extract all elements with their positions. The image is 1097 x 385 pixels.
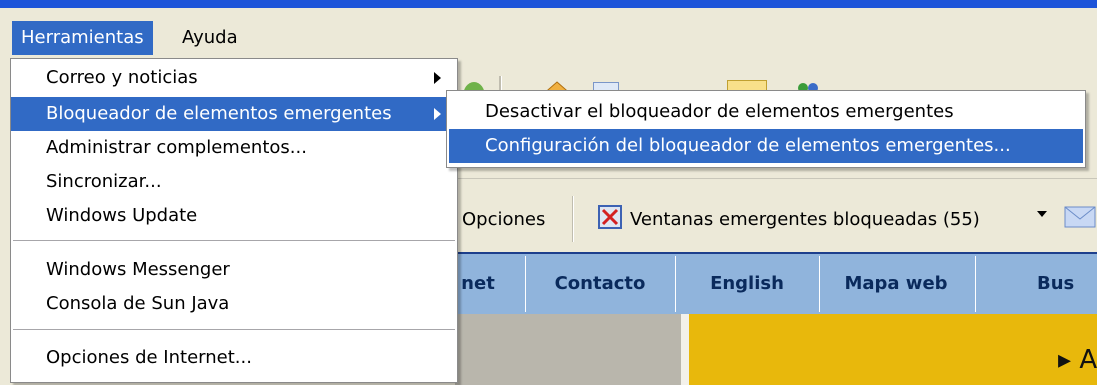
menu-item-correo[interactable]: Correo y noticias — [11, 61, 457, 95]
menu-item-opciones-internet[interactable]: Opciones de Internet... — [11, 341, 457, 375]
chevron-right-icon — [434, 108, 441, 120]
site-nav-bar: net Contacto English Mapa web Bus — [455, 252, 1097, 314]
menu-item-label: Bloqueador de elementos emergentes — [46, 103, 392, 124]
menu-item-windows-messenger[interactable]: Windows Messenger — [11, 253, 457, 287]
blocked-popup-icon — [598, 205, 622, 229]
window-title-strip — [0, 0, 1097, 8]
chevron-down-icon[interactable] — [1037, 211, 1047, 217]
site-nav-english[interactable]: English — [677, 254, 817, 314]
menu-bar: Herramientas Ayuda — [0, 8, 1097, 58]
submenu-item-configuracion[interactable]: Configuración del bloqueador de elemento… — [449, 129, 1083, 163]
site-nav-buscar[interactable]: Bus — [1037, 254, 1097, 314]
nav-divider — [975, 256, 976, 312]
nav-divider — [675, 256, 676, 312]
promo-text[interactable]: ▸ A — [1058, 340, 1097, 380]
page-image — [455, 314, 681, 385]
submenu-item-desactivar[interactable]: Desactivar el bloqueador de elementos em… — [449, 95, 1083, 129]
popup-blocker-submenu: Desactivar el bloqueador de elementos em… — [446, 90, 1086, 168]
nav-divider — [819, 256, 820, 312]
site-nav-mapa-web[interactable]: Mapa web — [821, 254, 971, 314]
menubar-herramientas[interactable]: Herramientas — [12, 21, 153, 55]
menu-item-label: Correo y noticias — [46, 67, 198, 88]
site-nav-contacto[interactable]: Contacto — [527, 254, 673, 314]
menu-item-sun-java[interactable]: Consola de Sun Java — [11, 287, 457, 321]
page-banner — [681, 314, 1097, 385]
chevron-right-icon — [434, 72, 441, 84]
menubar-ayuda[interactable]: Ayuda — [173, 21, 247, 55]
menu-item-complementos[interactable]: Administrar complementos... — [11, 131, 457, 165]
toolbar-separator — [572, 196, 574, 242]
menu-separator — [13, 240, 455, 241]
menu-item-sincronizar[interactable]: Sincronizar... — [11, 165, 457, 199]
mail-icon[interactable] — [1063, 204, 1097, 230]
menu-separator — [13, 329, 455, 330]
menu-item-bloqueador[interactable]: Bloqueador de elementos emergentes — [11, 97, 457, 131]
tools-menu: Correo y noticias Bloqueador de elemento… — [10, 58, 458, 383]
nav-divider — [525, 256, 526, 312]
options-button[interactable]: Opciones — [462, 200, 545, 240]
blocked-popups-button[interactable]: Ventanas emergentes bloqueadas (55) — [630, 200, 980, 240]
menu-item-windows-update[interactable]: Windows Update — [11, 199, 457, 233]
